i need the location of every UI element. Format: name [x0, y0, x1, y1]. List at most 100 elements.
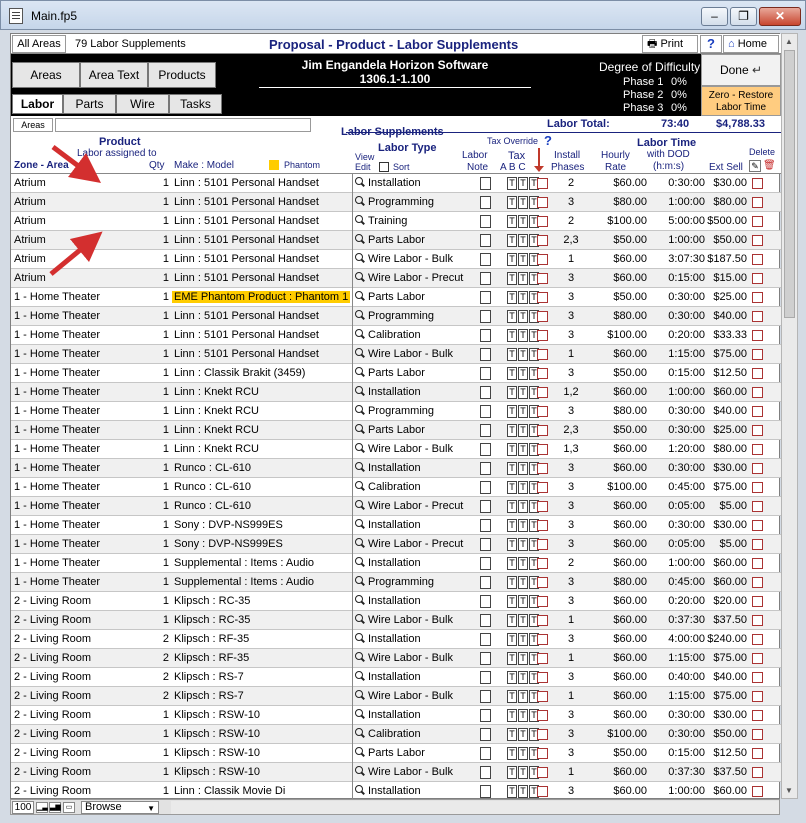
row-model[interactable]: Linn : Knekt RCU: [174, 386, 259, 398]
row-phases[interactable]: 1: [551, 766, 591, 778]
row-model[interactable]: Klipsch : RSW-10: [174, 747, 260, 759]
delete-checkbox[interactable]: [752, 520, 763, 531]
tax-a-toggle[interactable]: T: [507, 614, 517, 627]
delete-checkbox[interactable]: [752, 501, 763, 512]
row-rate[interactable]: $60.00: [589, 557, 647, 569]
row-qty[interactable]: 1: [131, 519, 169, 531]
row-model[interactable]: Klipsch : RS-7: [174, 671, 244, 683]
delete-checkbox[interactable]: [752, 387, 763, 398]
tax-a-toggle[interactable]: T: [507, 671, 517, 684]
row-qty[interactable]: 1: [131, 386, 169, 398]
row-labor-type[interactable]: Wire Labor - Precut: [368, 538, 463, 550]
table-row[interactable]: 2 - Living Room 2 Klipsch : RF-35 Installat…: [11, 630, 781, 649]
tax-a-toggle[interactable]: T: [507, 234, 517, 247]
row-area[interactable]: 1 - Home Theater: [14, 576, 100, 588]
labor-note-field[interactable]: [480, 272, 491, 285]
tax-b-toggle[interactable]: T: [518, 405, 528, 418]
row-labor-type[interactable]: Installation: [368, 671, 421, 683]
row-model[interactable]: Linn : 5101 Personal Handset: [174, 253, 319, 265]
magnifier-icon[interactable]: [355, 747, 366, 758]
magnifier-icon[interactable]: [355, 310, 366, 321]
tax-override-checkbox[interactable]: [537, 615, 548, 626]
row-labor-type[interactable]: Parts Labor: [368, 291, 425, 303]
tax-override-checkbox[interactable]: [537, 786, 548, 797]
labor-note-field[interactable]: [480, 443, 491, 456]
zero-restore-button[interactable]: Zero - Restore Labor Time: [701, 86, 781, 116]
tax-a-toggle[interactable]: T: [507, 367, 517, 380]
labor-note-field[interactable]: [480, 595, 491, 608]
delete-checkbox[interactable]: [752, 349, 763, 360]
tax-override-checkbox[interactable]: [537, 216, 548, 227]
row-phases[interactable]: 2,3: [551, 234, 591, 246]
row-labor-type[interactable]: Parts Labor: [368, 747, 425, 759]
tax-b-toggle[interactable]: T: [518, 462, 528, 475]
row-area[interactable]: 2 - Living Room: [14, 652, 91, 664]
magnifier-icon[interactable]: [355, 557, 366, 568]
tax-b-toggle[interactable]: T: [518, 747, 528, 760]
delete-checkbox[interactable]: [752, 330, 763, 341]
table-row[interactable]: 2 - Living Room 1 Klipsch : RC-35 Wire Labo…: [11, 611, 781, 630]
row-model[interactable]: Runco : CL-610: [174, 500, 251, 512]
row-phases[interactable]: 2: [551, 557, 591, 569]
delete-checkbox[interactable]: [752, 254, 763, 265]
row-qty[interactable]: 2: [131, 652, 169, 664]
tax-b-toggle[interactable]: T: [518, 671, 528, 684]
row-qty[interactable]: 1: [131, 348, 169, 360]
row-rate[interactable]: $60.00: [589, 766, 647, 778]
magnifier-icon[interactable]: [355, 766, 366, 777]
tax-b-toggle[interactable]: T: [518, 234, 528, 247]
row-model[interactable]: Linn : 5101 Personal Handset: [174, 177, 319, 189]
tax-a-toggle[interactable]: T: [507, 291, 517, 304]
tax-a-toggle[interactable]: T: [507, 424, 517, 437]
delete-checkbox[interactable]: [752, 767, 763, 778]
tax-a-toggle[interactable]: T: [507, 557, 517, 570]
areas-filter-button[interactable]: Areas: [13, 118, 53, 132]
row-time[interactable]: 0:37:30: [649, 766, 705, 778]
row-labor-type[interactable]: Installation: [368, 785, 421, 797]
row-time[interactable]: 0:20:00: [649, 595, 705, 607]
row-labor-type[interactable]: Installation: [368, 519, 421, 531]
row-qty[interactable]: 2: [131, 671, 169, 683]
row-time[interactable]: 1:00:00: [649, 234, 705, 246]
tax-a-toggle[interactable]: T: [507, 690, 517, 703]
help-button[interactable]: ?: [700, 35, 722, 53]
row-phases[interactable]: 2,3: [551, 424, 591, 436]
table-row[interactable]: 1 - Home Theater 1 Supplemental : Items : …: [11, 573, 781, 592]
row-time[interactable]: 1:15:00: [649, 690, 705, 702]
row-labor-type[interactable]: Wire Labor - Bulk: [368, 614, 453, 626]
row-time[interactable]: 5:00:00: [649, 215, 705, 227]
tax-override-checkbox[interactable]: [537, 729, 548, 740]
row-qty[interactable]: 2: [131, 690, 169, 702]
row-labor-type[interactable]: Installation: [368, 386, 421, 398]
tax-override-checkbox[interactable]: [537, 425, 548, 436]
magnifier-icon[interactable]: [355, 728, 366, 739]
table-row[interactable]: 2 - Living Room 1 Klipsch : RSW-10 Installa…: [11, 706, 781, 725]
row-qty[interactable]: 1: [131, 234, 169, 246]
magnifier-icon[interactable]: [355, 671, 366, 682]
col-qty[interactable]: Qty: [149, 160, 165, 171]
scroll-thumb[interactable]: [784, 50, 795, 318]
magnifier-icon[interactable]: [355, 690, 366, 701]
row-time[interactable]: 0:15:00: [649, 272, 705, 284]
row-area[interactable]: 2 - Living Room: [14, 614, 91, 626]
row-area[interactable]: 1 - Home Theater: [14, 405, 100, 417]
row-labor-type[interactable]: Calibration: [368, 329, 421, 341]
tax-b-toggle[interactable]: T: [518, 196, 528, 209]
delete-checkbox[interactable]: [752, 444, 763, 455]
tax-override-checkbox[interactable]: [537, 596, 548, 607]
row-time[interactable]: 1:00:00: [649, 196, 705, 208]
delete-checkbox[interactable]: [752, 786, 763, 797]
magnifier-icon[interactable]: [355, 519, 366, 530]
delete-checkbox[interactable]: [752, 653, 763, 664]
magnifier-icon[interactable]: [355, 500, 366, 511]
row-qty[interactable]: 1: [131, 443, 169, 455]
row-phases[interactable]: 3: [551, 310, 591, 322]
table-row[interactable]: 2 - Living Room 1 Klipsch : RSW-10 Parts La…: [11, 744, 781, 763]
row-model[interactable]: Supplemental : Items : Audio: [174, 557, 314, 569]
row-model[interactable]: Linn : Classik Movie Di: [174, 785, 285, 797]
row-time[interactable]: 0:15:00: [649, 367, 705, 379]
magnifier-icon[interactable]: [355, 443, 366, 454]
row-phases[interactable]: 2: [551, 177, 591, 189]
row-model[interactable]: Sony : DVP-NS999ES: [174, 538, 283, 550]
row-phases[interactable]: 3: [551, 329, 591, 341]
